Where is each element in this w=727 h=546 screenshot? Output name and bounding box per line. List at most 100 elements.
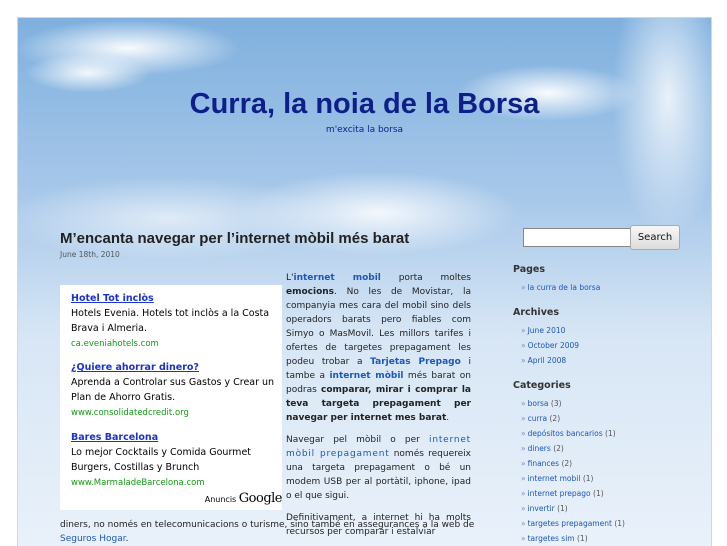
category-count: (2) [553, 444, 564, 453]
list-item: » targetes sim (1) [521, 531, 703, 546]
archive-link[interactable]: April 2008 [528, 356, 567, 365]
ad-text: Hotels Evenia. Hotels tot inclòs a la Co… [71, 308, 270, 334]
site-tagline: m'excita la borsa [325, 125, 404, 135]
list-item: » June 2010 [521, 323, 703, 338]
list-item: » targetes prepagament (1) [521, 516, 703, 531]
category-count: (2) [549, 414, 561, 423]
post-paragraph-tail: diners, no només en telecomunicacions o … [60, 518, 480, 546]
bullet-icon: » [521, 534, 526, 543]
list-item: » internet mobil (1) [521, 471, 703, 486]
category-count: (1) [614, 519, 625, 528]
ad-text: Lo mejor Cocktails y Comida Gourmet Burg… [71, 447, 252, 473]
pages-list: » la curra de la borsa [513, 280, 703, 295]
bullet-icon: » [521, 504, 526, 513]
bullet-icon: » [521, 519, 526, 528]
search-input[interactable] [523, 228, 631, 247]
bullet-icon: » [521, 459, 526, 468]
bullet-icon: » [521, 341, 526, 350]
category-count: (1) [577, 534, 588, 543]
post-date: June 18th, 2010 [60, 250, 120, 259]
internet-mobil-link-2[interactable]: internet mòbil [329, 371, 403, 381]
category-link[interactable]: internet mobil [528, 474, 581, 483]
post-body: L'internet mobil porta moltes emocions. … [286, 271, 471, 546]
category-count: (3) [550, 399, 562, 408]
ad-url[interactable]: ca.eveniahotels.com [71, 339, 159, 349]
search-button[interactable]: Search [630, 225, 680, 250]
ad-url[interactable]: www.MarmaladeBarcelona.com [71, 478, 205, 488]
site-title[interactable]: Curra, la noia de la Borsa [18, 88, 711, 121]
archive-link[interactable]: June 2010 [528, 326, 566, 335]
ad-url[interactable]: www.consolidatedcredit.org [71, 408, 189, 418]
bullet-icon: » [521, 429, 526, 438]
ad-item: Bares Barcelona Lo mejor Cocktails y Com… [71, 430, 281, 491]
category-count: (1) [593, 489, 604, 498]
text-run: . [446, 413, 450, 423]
category-link[interactable]: invertir [528, 504, 555, 513]
category-count: (1) [582, 474, 594, 483]
post-title[interactable]: M’encanta navegar per l’internet mòbil m… [60, 230, 409, 247]
bullet-icon: » [521, 414, 526, 423]
text-run: porta moltes [380, 273, 471, 283]
archives-widget: Archives » June 2010 » October 2009 » April… [513, 307, 703, 368]
categories-widget: Categories » borsa (3) » curra (2) » depósi… [513, 380, 703, 546]
widget-title: Pages [513, 264, 546, 275]
widget-title: Archives [513, 307, 559, 318]
ad-title-link[interactable]: Hotel Tot inclòs [71, 293, 154, 304]
list-item: » invertir (1) [521, 501, 703, 516]
ad-item: Hotel Tot inclòs Hotels Evenia. Hotels t… [71, 291, 281, 352]
bullet-icon: » [521, 489, 526, 498]
category-link[interactable]: depósitos bancarios [528, 429, 603, 438]
category-link[interactable]: internet prepago [528, 489, 591, 498]
text-run: . [125, 534, 129, 544]
google-logo: Google [238, 491, 283, 506]
text-run: L' [286, 273, 294, 283]
ad-text: Aprenda a Controlar sus Gastos y Crear u… [71, 377, 275, 403]
text-run: diners, no només en telecomunicacions o … [60, 520, 475, 530]
ad-title-link[interactable]: Bares Barcelona [71, 432, 158, 443]
category-count: (2) [561, 459, 573, 468]
pages-widget: Pages » la curra de la borsa [513, 264, 703, 295]
sidebar: Pages » la curra de la borsa Archives » Ju… [513, 264, 703, 546]
category-link[interactable]: diners [528, 444, 551, 453]
bullet-icon: » [521, 326, 526, 335]
ads-by-label: Anuncis [204, 495, 237, 504]
widget-title: Categories [513, 380, 571, 391]
page-container: Curra, la noia de la Borsa m'excita la b… [17, 17, 712, 546]
list-item: » curra (2) [521, 411, 703, 426]
ads-by-google-link[interactable]: Anuncis Google [204, 491, 283, 506]
category-link[interactable]: curra [528, 414, 548, 423]
ad-title-link[interactable]: ¿Quiere ahorrar dinero? [71, 362, 199, 373]
categories-list: » borsa (3) » curra (2) » depósitos bancari… [513, 396, 703, 546]
category-link[interactable]: finances [528, 459, 559, 468]
category-count: (1) [557, 504, 568, 513]
post-paragraph: Navegar pel mòbil o per internet mòbil p… [286, 433, 471, 503]
page-link[interactable]: la curra de la borsa [528, 283, 601, 292]
post-paragraph: L'internet mobil porta moltes emocions. … [286, 271, 471, 425]
internet-mobil-link[interactable]: internet mobil [294, 273, 381, 283]
list-item: » internet prepago (1) [521, 486, 703, 501]
category-link[interactable]: targetes sim [528, 534, 575, 543]
bullet-icon: » [521, 356, 526, 365]
category-link[interactable]: borsa [528, 399, 549, 408]
ad-item: ¿Quiere ahorrar dinero? Aprenda a Contro… [71, 360, 281, 421]
list-item: » October 2009 [521, 338, 703, 353]
bold-text: emocions [286, 287, 335, 297]
list-item: » April 2008 [521, 353, 703, 368]
text-run: . No les de Movistar, la companyia mes c… [286, 287, 471, 367]
bullet-icon: » [521, 444, 526, 453]
category-count: (1) [605, 429, 616, 438]
tarjetas-prepago-link[interactable]: Tarjetas Prepago [370, 357, 461, 367]
list-item: » finances (2) [521, 456, 703, 471]
ad-box: Hotel Tot inclòs Hotels Evenia. Hotels t… [60, 285, 283, 510]
text-run: Navegar pel mòbil o per [286, 435, 430, 445]
list-item: » diners (2) [521, 441, 703, 456]
list-item: » depósitos bancarios (1) [521, 426, 703, 441]
list-item: » borsa (3) [521, 396, 703, 411]
category-link[interactable]: targetes prepagament [528, 519, 612, 528]
archives-list: » June 2010 » October 2009 » April 2008 [513, 323, 703, 368]
bullet-icon: » [521, 474, 526, 483]
list-item: » la curra de la borsa [521, 280, 703, 295]
bullet-icon: » [521, 283, 526, 292]
seguros-hogar-link[interactable]: Seguros Hogar [60, 534, 126, 544]
archive-link[interactable]: October 2009 [528, 341, 580, 350]
